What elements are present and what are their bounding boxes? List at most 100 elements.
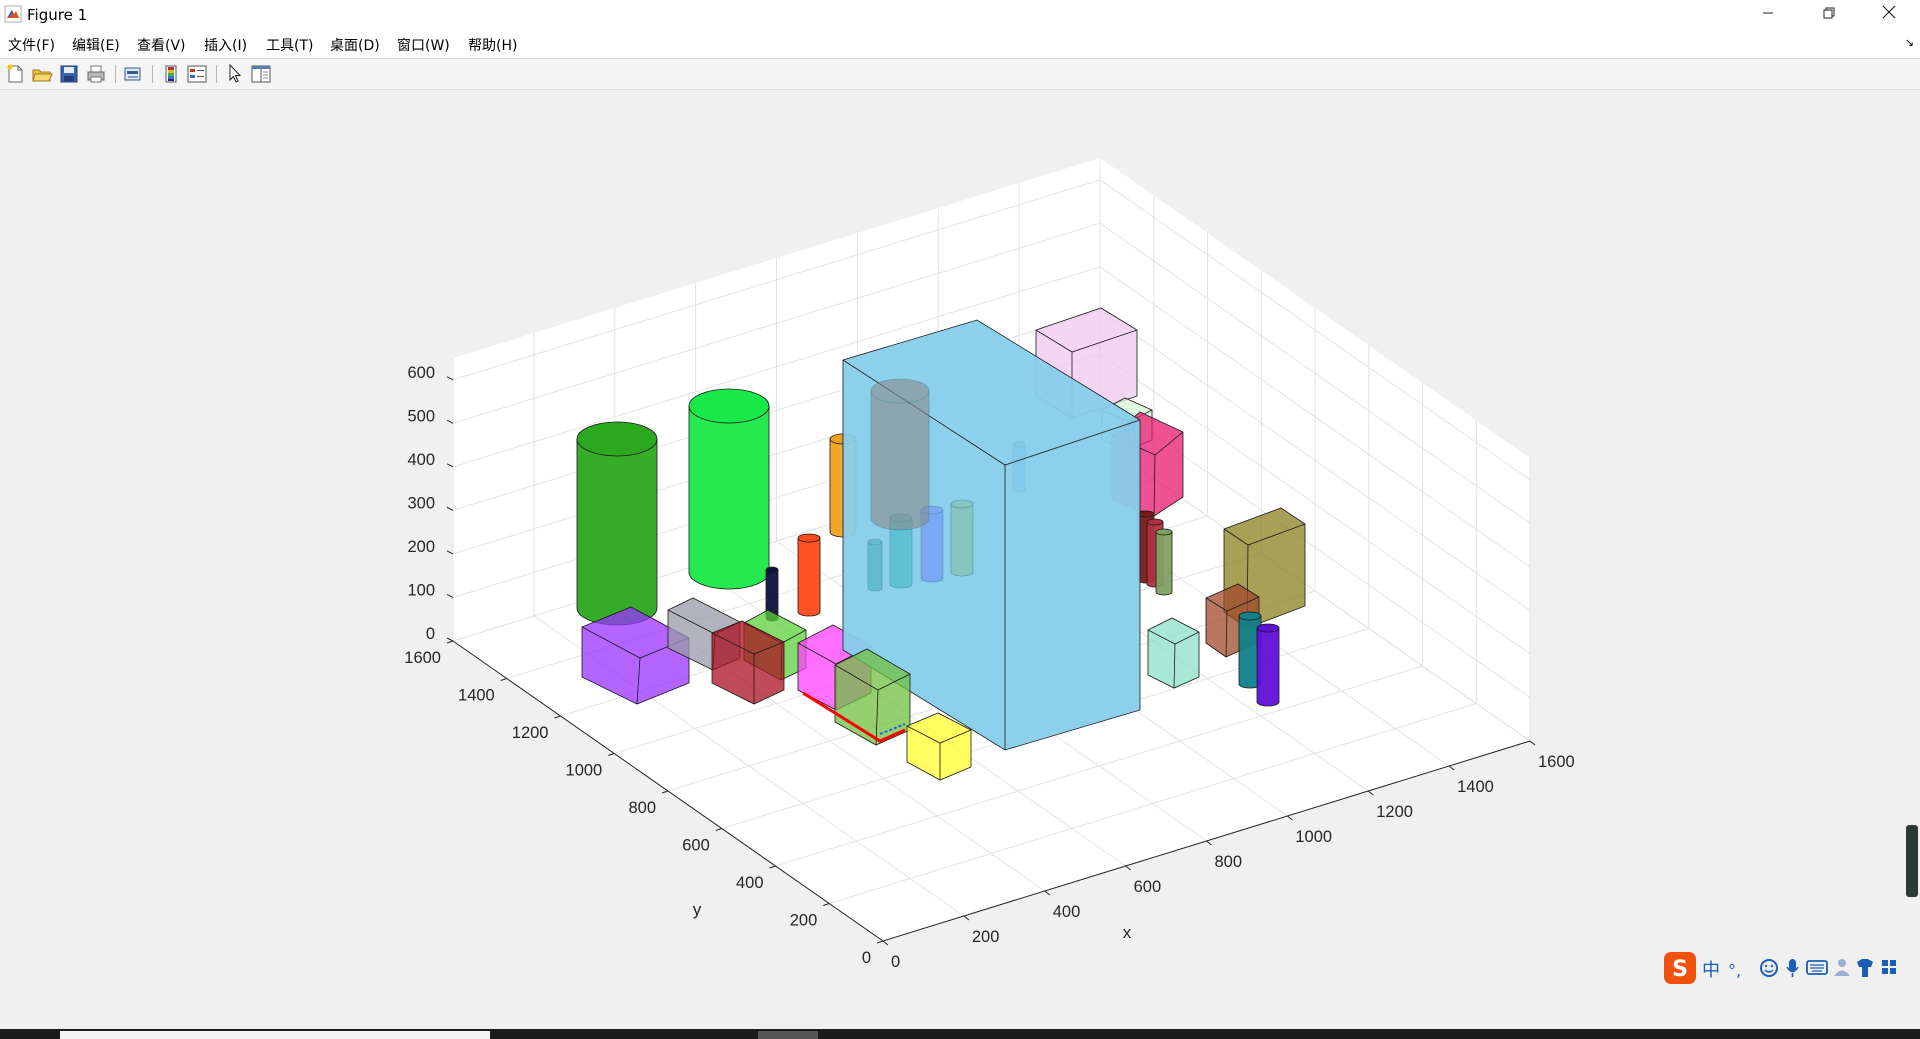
cylinder-body [576,438,658,626]
x-axis-label: x [1123,923,1132,942]
z-tick-mark [446,376,454,381]
taskbar-app-button[interactable] [60,1031,490,1039]
x-tick-label: 0 [891,953,900,971]
axes-3d[interactable]: 0200400600800100012001400160002004006008… [0,90,1920,1029]
cylinder-top [765,566,779,574]
y-tick-mark [608,753,615,756]
side-widget[interactable] [1906,825,1918,897]
menu-file[interactable]: 文件(F) [8,35,55,55]
print-icon[interactable] [85,63,107,85]
close-icon [1882,5,1896,19]
dock-arrow-icon[interactable]: ↘ [1905,36,1914,49]
new-figure-icon[interactable] [4,63,26,85]
menu-tools[interactable]: 工具(T) [266,35,313,55]
z-tick-mark [446,550,454,555]
ime-mode-label[interactable]: 中 [1702,960,1720,981]
cylinder-15[interactable] [688,388,770,590]
z-tick-label: 600 [407,364,435,382]
y-tick-label: 1400 [458,687,495,705]
y-tick-label: 1600 [404,649,441,667]
menu-view[interactable]: 查看(V) [137,35,186,55]
x-tick-mark [882,940,889,946]
z-tick-label: 500 [407,407,435,425]
skin-icon[interactable] [1857,959,1873,977]
title-bar: Figure 1 [0,0,1920,30]
minimize-button[interactable] [1745,0,1791,30]
x-tick-mark [1206,840,1212,846]
link-plot-icon[interactable] [122,63,144,85]
menu-window[interactable]: 窗口(W) [397,35,450,55]
x-tick-mark [1367,790,1374,796]
cylinder-top [1238,611,1262,621]
cylinder-top [576,421,658,457]
y-tick-mark [715,828,722,831]
cylinder-29[interactable] [1256,623,1280,707]
y-tick-mark [554,715,561,719]
ime-punct-label[interactable]: °, [1728,961,1741,980]
legend-icon[interactable] [186,63,208,85]
property-editor-icon[interactable] [250,63,272,85]
cylinder-top [1256,623,1280,633]
toolbar-separator [152,65,153,83]
y-tick-label: 600 [682,837,710,855]
menu-bar: 文件(F) 编辑(E) 查看(V) 插入(I) 工具(T) 桌面(D) 窗口(W… [0,30,1920,59]
x-tick-label: 1000 [1295,828,1332,846]
z-tick-label: 200 [407,538,435,556]
y-tick-label: 0 [862,949,871,967]
y-tick-mark [661,790,669,794]
x-tick-label: 1200 [1376,803,1413,821]
y-tick-label: 800 [628,799,656,817]
figure-canvas: 0 200 400 600 800 1000 1200 1400 1600 0 200 400 600 8… [0,90,1920,1029]
cylinder-top [688,388,770,424]
cylinder-14[interactable] [576,421,658,626]
taskbar-app-button[interactable] [758,1031,818,1039]
x-tick-mark [1287,815,1293,821]
emoji-icon[interactable] [1760,959,1778,977]
cylinder-top [870,378,930,404]
cylinder-top [797,533,821,543]
menu-edit[interactable]: 编辑(E) [72,35,120,55]
restore-button[interactable] [1806,0,1852,30]
pointer-icon[interactable] [224,63,246,85]
cylinder-23[interactable] [870,378,930,531]
cylinder-body [1256,627,1280,707]
menu-help[interactable]: 帮助(H) [468,35,517,55]
cylinder-body [867,541,883,592]
cylinder-top [1155,528,1173,536]
z-tick-label: 400 [407,451,435,469]
z-tick-label: 300 [407,494,435,512]
microphone-icon[interactable] [1786,959,1799,977]
minimize-icon [1763,12,1773,14]
z-tick-label: 0 [426,625,435,643]
x-tick-label: 200 [972,928,1000,946]
apps-icon[interactable] [1882,960,1896,974]
save-icon[interactable] [58,63,80,85]
colorbar-icon[interactable] [160,63,182,85]
menu-desktop[interactable]: 桌面(D) [330,35,380,55]
cylinder-27[interactable] [1155,528,1173,596]
cylinder-body [1155,531,1173,596]
y-tick-mark [876,940,884,944]
box-6[interactable] [1147,617,1200,689]
cylinder-17[interactable] [797,533,821,617]
cylinder-top [950,499,974,509]
box-body [1147,617,1200,689]
svg-text:S: S [1672,957,1688,982]
toolbar-separator [115,65,116,83]
cylinder-body [688,405,770,590]
cylinder-top [1146,518,1164,526]
close-button[interactable] [1866,0,1912,30]
y-tick-label: 400 [736,874,764,892]
cylinder-22[interactable] [950,499,974,577]
cylinder-top [867,538,883,546]
open-file-icon[interactable] [31,63,53,85]
cylinder-body [797,537,821,617]
z-tick-label: 100 [407,581,435,599]
menu-insert[interactable]: 插入(I) [204,35,247,55]
x-tick-label: 600 [1134,878,1162,896]
sogou-logo-icon[interactable]: S [1664,952,1696,984]
x-tick-label: 400 [1053,903,1081,921]
cylinder-19[interactable] [867,538,883,592]
keyboard-icon[interactable] [1806,960,1828,975]
user-icon[interactable] [1834,959,1850,976]
